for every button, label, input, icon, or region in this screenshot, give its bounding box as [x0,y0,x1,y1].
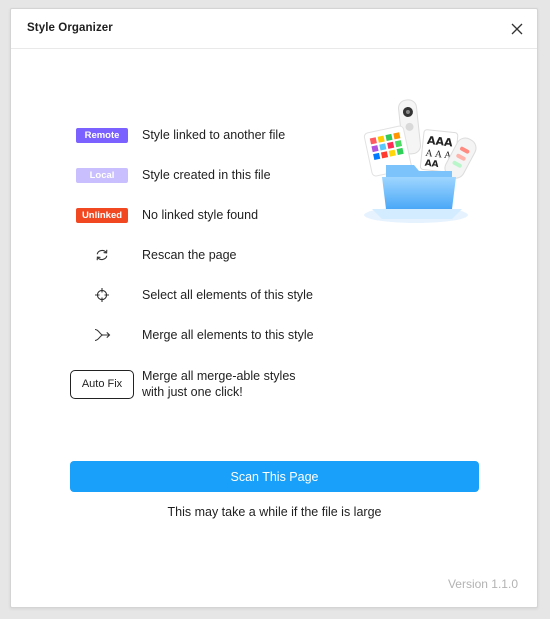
legend-rescan: Rescan the page [70,244,237,266]
window-title: Style Organizer [27,22,113,34]
merge-icon [94,328,111,342]
version-label: Version 1.1.0 [447,577,518,591]
legend-unlinked: Unlinked No linked style found [70,204,258,226]
remote-badge: Remote [76,127,128,143]
select-description: Select all elements of this style [142,288,313,302]
legend-autofix: Auto Fix Merge all merge-able styles wit… [70,367,296,401]
svg-text:AA: AA [424,159,439,170]
unlinked-badge: Unlinked [76,207,128,223]
autofix-line-2: with just one click! [142,385,243,399]
svg-text:AAA: AAA [426,134,453,150]
close-icon [511,23,523,35]
merge-description: Merge all elements to this style [142,328,314,342]
legend-select: Select all elements of this style [70,284,313,306]
plugin-window: Style Organizer Remote Style linked to a… [10,8,538,608]
title-bar: Style Organizer [11,9,537,49]
scan-note: This may take a while if the file is lar… [167,505,382,519]
unlinked-description: No linked style found [142,208,259,222]
target-icon [95,288,109,302]
autofix-description: Merge all merge-able styles with just on… [142,368,296,400]
legend-remote: Remote Style linked to another file [70,124,285,146]
local-description: Style created in this file [142,168,271,182]
rescan-icon [96,249,108,261]
scan-page-button[interactable]: Scan This Page [70,461,479,492]
style-folder-illustration: AAA A A A AA [363,99,477,223]
local-badge: Local [76,167,128,183]
autofix-line-1: Merge all merge-able styles [142,369,296,383]
legend-merge: Merge all elements to this style [70,324,314,346]
close-button[interactable] [507,19,527,39]
auto-fix-button[interactable]: Auto Fix [70,369,134,399]
rescan-description: Rescan the page [142,248,237,262]
legend-local: Local Style created in this file [70,164,271,186]
remote-description: Style linked to another file [142,128,286,142]
